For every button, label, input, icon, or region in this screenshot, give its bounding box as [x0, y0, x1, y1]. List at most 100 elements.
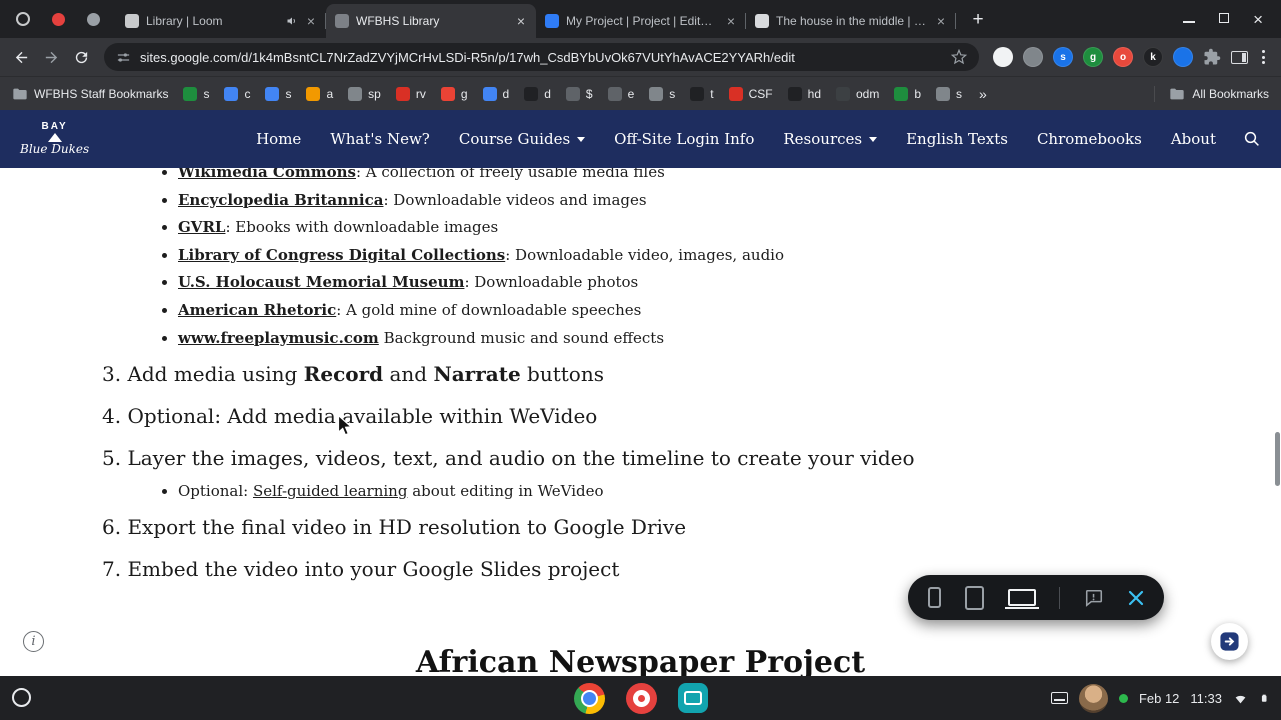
nav-item-about[interactable]: About [1171, 130, 1216, 148]
close-window-button[interactable]: × [1253, 11, 1263, 28]
tab-house-in-the-middle[interactable]: The house in the middle | Libra... × [746, 4, 956, 38]
bookmark-item[interactable]: b [894, 86, 921, 101]
scrollbar-thumb[interactable] [1275, 432, 1280, 486]
side-panel-icon[interactable] [1231, 50, 1248, 64]
resource-link[interactable]: GVRL [178, 218, 225, 236]
tab-title: Library | Loom [146, 14, 223, 28]
resource-link[interactable]: Encyclopedia Britannica [178, 191, 383, 209]
browser-menu-icon[interactable] [1258, 50, 1269, 64]
new-tab-button[interactable]: + [964, 6, 992, 34]
feedback-icon[interactable] [1084, 588, 1104, 608]
next-section-heading: African Newspaper Project [415, 645, 866, 676]
extension-icon[interactable] [993, 47, 1013, 67]
sailboat-icon [47, 133, 62, 143]
nav-item-chromebooks[interactable]: Chromebooks [1037, 130, 1142, 148]
presence-dot-icon [1118, 693, 1128, 703]
site-info-icon[interactable] [116, 50, 131, 65]
bookmark-item[interactable]: g [440, 86, 468, 101]
nav-item-off-site-login-info[interactable]: Off-Site Login Info [614, 130, 754, 148]
self-guided-learning-link[interactable]: Self-guided learning [253, 482, 407, 500]
bookmarks-folder[interactable]: WFBHS Staff Bookmarks [12, 86, 168, 102]
close-preview-icon[interactable] [1128, 590, 1144, 606]
bookmark-favicon [440, 86, 455, 101]
tab-audio-icon[interactable] [286, 15, 298, 27]
bookmark-item[interactable]: t [690, 86, 714, 101]
status-tray[interactable]: Feb 12 11:33 [1050, 683, 1281, 713]
minimize-button[interactable] [1183, 10, 1196, 28]
bookmark-item[interactable]: s [936, 86, 962, 101]
bookmark-favicon [265, 86, 280, 101]
resource-item: www.freeplaymusic.com Background music a… [178, 325, 1281, 353]
keyboard-icon[interactable] [1050, 692, 1068, 704]
recording-dot-icon[interactable] [52, 12, 65, 26]
extension-icon[interactable]: g [1083, 47, 1103, 67]
tablet-preview-icon[interactable] [964, 585, 984, 610]
bookmark-item[interactable]: CSF [728, 86, 773, 101]
bookmark-favicon [728, 86, 743, 101]
resource-link[interactable]: www.freeplaymusic.com [178, 329, 379, 347]
forward-button[interactable] [36, 42, 66, 72]
phone-preview-icon[interactable] [928, 587, 941, 608]
refresh-button[interactable] [66, 42, 96, 72]
site-logo[interactable]: BAY Blue Dukes [20, 121, 89, 156]
tab-favicon [755, 14, 769, 28]
tab-my-project[interactable]: My Project | Project | Editor | W... × [536, 4, 746, 38]
screencast-app-icon[interactable] [677, 683, 708, 713]
resource-link[interactable]: Wikimedia Commons [178, 168, 356, 181]
bookmarks-overflow-icon[interactable]: » [977, 86, 989, 102]
bookmark-item[interactable]: s [265, 86, 292, 101]
extension-icon[interactable] [1173, 47, 1193, 67]
resource-link[interactable]: U.S. Holocaust Memorial Museum [178, 273, 464, 291]
bookmark-item[interactable]: d [482, 86, 509, 101]
bookmark-item[interactable]: $ [565, 86, 593, 101]
nav-item-resources[interactable]: Resources [783, 130, 878, 148]
tab-close-icon[interactable]: × [725, 14, 737, 28]
maximize-button[interactable] [1219, 10, 1230, 28]
extension-icon[interactable]: k [1143, 47, 1163, 67]
resource-link[interactable]: Library of Congress Digital Collections [178, 246, 505, 264]
pinned-tab-icon[interactable] [87, 12, 100, 26]
tab-close-icon[interactable]: × [305, 14, 317, 28]
extension-icon[interactable] [1023, 47, 1043, 67]
bookmark-label: g [460, 86, 468, 101]
tab-close-icon[interactable]: × [515, 14, 527, 28]
bookmark-item[interactable]: c [224, 86, 250, 101]
extension-icon[interactable]: o [1113, 47, 1133, 67]
resource-link[interactable]: American Rhetoric [178, 301, 336, 319]
battery-icon [1259, 690, 1269, 706]
bookmark-item[interactable]: s [183, 86, 209, 101]
launcher-button[interactable] [12, 688, 31, 707]
bookmark-item[interactable]: d [524, 86, 551, 101]
back-button[interactable] [6, 42, 36, 72]
bookmark-label: rv [415, 86, 426, 101]
avatar[interactable] [1078, 683, 1108, 713]
bookmark-item[interactable]: hd [787, 86, 821, 101]
nav-item-home[interactable]: Home [256, 130, 301, 148]
nav-item-whats-new[interactable]: What's New? [330, 130, 430, 148]
pinned-tab-icon[interactable] [16, 12, 30, 26]
all-bookmarks-button[interactable]: All Bookmarks [1154, 85, 1269, 102]
tab-wfbhs-library[interactable]: WFBHS Library × [326, 4, 536, 38]
bookmark-item[interactable]: rv [395, 86, 426, 101]
site-search-button[interactable] [1243, 130, 1261, 148]
preview-exit-fab[interactable] [1211, 623, 1248, 660]
extension-icon[interactable]: s [1053, 47, 1073, 67]
bookmark-item[interactable]: e [607, 86, 634, 101]
desktop-preview-icon[interactable] [1004, 589, 1039, 609]
tab-close-icon[interactable]: × [935, 14, 947, 28]
chrome-app-icon[interactable] [573, 682, 605, 714]
bookmark-item[interactable]: sp [348, 86, 381, 101]
nav-item-course-guides[interactable]: Course Guides [459, 130, 586, 148]
address-bar[interactable]: sites.google.com/d/1k4mBsntCL7NrZadZVYjM… [104, 43, 979, 71]
bookmark-star-icon[interactable] [951, 49, 967, 65]
bookmark-item[interactable]: s [649, 86, 675, 101]
loom-app-icon[interactable] [625, 682, 657, 714]
folder-icon [12, 86, 28, 102]
nav-item-english-texts[interactable]: English Texts [906, 130, 1008, 148]
bookmark-item[interactable]: odm [836, 86, 879, 101]
bookmark-item[interactable]: a [306, 86, 333, 101]
extensions-puzzle-icon[interactable] [1203, 48, 1221, 66]
url-text: sites.google.com/d/1k4mBsntCL7NrZadZVYjM… [140, 49, 795, 65]
bookmark-label: s [285, 86, 292, 101]
tab-library-loom[interactable]: Library | Loom × [116, 4, 326, 38]
